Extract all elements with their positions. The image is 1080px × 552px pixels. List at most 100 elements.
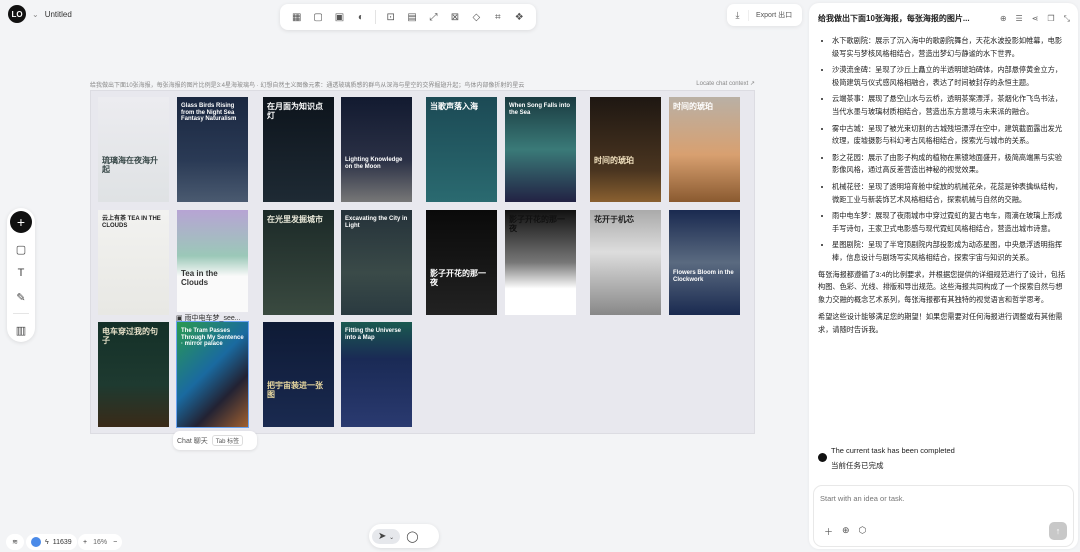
poster-image[interactable]: 影子开花的那一夜 (426, 210, 497, 315)
history-icon[interactable]: ☰ (1016, 14, 1023, 24)
list-item: 水下歌剧院：展示了沉入海中的歌剧院舞台，天花水波投影如帷幕，电影级写实与梦核风格… (832, 35, 1068, 60)
list-item: 机械花径：呈现了透明培育舱中绽放的机械花朵，花蕊是钟表擒纵结构，微距工业与新装饰… (832, 181, 1068, 206)
tab-button[interactable]: Tab 标签 (211, 435, 244, 446)
poster-title: 把宇宙装进一张图 (267, 381, 323, 399)
text-icon[interactable]: T (13, 265, 29, 281)
poster-image[interactable]: 时间的琥珀 (669, 97, 740, 202)
layers-button[interactable]: ≋ (6, 534, 24, 550)
share-icon[interactable]: ⋖ (1032, 14, 1039, 24)
zoom-level: 16% (93, 538, 108, 546)
crop-icon[interactable]: ⌗ (491, 10, 505, 24)
poster-title: Excavating the City in Light (345, 216, 408, 229)
window-icon[interactable]: ❐ (1047, 14, 1054, 24)
poster-title: The Tram Passes Through My Sentence · mi… (181, 328, 244, 348)
poster-title: 琉璃海在夜海升起 (102, 156, 158, 174)
poster-image[interactable]: 在光里发掘城市 (263, 210, 334, 315)
eraser-icon[interactable]: ◇ (469, 10, 483, 24)
frame-text-icon[interactable]: ▣ (333, 10, 347, 24)
poster-image[interactable]: 影子开花的那一夜 (505, 210, 576, 315)
image-icon[interactable]: ⊠ (448, 10, 462, 24)
plus-icon[interactable]: ＋ (824, 525, 833, 538)
poster-image[interactable]: The Tram Passes Through My Sentence · mi… (176, 321, 249, 428)
context-bar: 给我做出下面10张海报，每张海报的图片比例是3:4星海玻璃鸟 · 幻想自然主义图… (90, 80, 755, 89)
cube-icon[interactable]: ⬡ (859, 525, 867, 538)
poster-image[interactable]: Glass Birds Rising from the Night Sea Fa… (177, 97, 248, 202)
chat-title: 给我做出下面10张海报，每张海报的图片... (818, 14, 970, 23)
send-button[interactable]: ↑ (1049, 522, 1067, 540)
poster-title: When Song Falls into the Sea (509, 103, 570, 116)
pencil-icon[interactable]: ✎ (13, 289, 29, 305)
task-status: The current task has been completed 当前任务… (818, 443, 955, 473)
chevron-down-icon[interactable]: ⌄ (32, 10, 39, 19)
layers-3d-icon[interactable]: ❖ (512, 10, 526, 24)
poster-title: 在光里发掘城市 (267, 215, 323, 224)
image-toolbar: ▦ ▢ ▣ ◐ ⊡ ▤ ⤢ ⊠ ◇ ⌗ ❖ (280, 4, 536, 30)
poster-image[interactable]: 电车穿过我的句子 (98, 322, 169, 427)
poster-title: 当歌声落入海 (430, 102, 478, 111)
cursor-icon: ➤ (378, 530, 387, 542)
app-header: LO ⌄ Untitled (8, 4, 72, 24)
zoom-in-button[interactable]: + (83, 539, 87, 546)
chat-messages: 水下歌剧院：展示了沉入海中的歌剧院舞台，天花水波投影如帷幕，电影级写实与梦核风格… (818, 35, 1068, 341)
poster-image[interactable]: 时间的琥珀 (590, 97, 661, 202)
chat-button[interactable]: Chat 聊天 (177, 436, 208, 446)
export-group: ⤓ Export 出口 (727, 4, 802, 26)
ai-edit-icon[interactable]: ⊡ (384, 10, 398, 24)
square-icon[interactable]: ▢ (311, 10, 325, 24)
poster-image[interactable]: Lighting Knowledge on the Moon (341, 97, 412, 202)
zoom-control: + 16% − (78, 534, 123, 550)
app-logo[interactable]: LO (8, 5, 26, 23)
rectangle-icon[interactable]: ▢ (13, 241, 29, 257)
poster-image[interactable]: 花开于机芯 (590, 210, 661, 315)
list-item: 雨中电车梦：展现了夜雨城市中穿过霓虹的复古电车，雨滴在玻璃上形成手写诗句，王家卫… (832, 210, 1068, 235)
context-prompt: 给我做出下面10张海报，每张海报的图片比例是3:4星海玻璃鸟 · 幻想自然主义图… (90, 83, 525, 89)
poster-title: 影子开花的那一夜 (430, 269, 486, 287)
poster-title: Glass Birds Rising from the Night Sea Fa… (181, 103, 237, 123)
globe-icon[interactable]: ⊕ (842, 525, 850, 538)
poster-frame[interactable]: 琉璃海在夜海升起 Glass Birds Rising from the Nigh… (90, 90, 755, 434)
locate-chat-context-link[interactable]: Locate chat context ↗ (696, 80, 755, 89)
zoom-out-button[interactable]: − (113, 539, 117, 546)
download-icon[interactable]: ⤓ (727, 9, 749, 21)
divider (13, 313, 29, 314)
poster-image[interactable]: Fitting the Universe into a Map (341, 322, 412, 427)
credits-badge[interactable]: ϟ 11639 (26, 534, 77, 550)
poster-title: 时间的琥珀 (673, 102, 713, 111)
new-chat-icon[interactable]: ⊕ (1000, 14, 1007, 24)
poster-image[interactable]: Excavating the City in Light (341, 210, 412, 315)
poster-image[interactable]: 把宇宙装进一张图 (263, 322, 334, 427)
poster-title: Flowers Bloom in the Clockwork (673, 270, 734, 283)
poster-image[interactable]: 在月面为知识点灯 (263, 97, 334, 202)
bolt-icon: ϟ (45, 538, 49, 546)
chat-panel: 给我做出下面10张海报，每张海报的图片... ⊕ ☰ ⋖ ❐ ⤡ 水下歌剧院：展… (809, 3, 1078, 549)
template-icon[interactable]: ▥ (13, 322, 29, 338)
poster-title: 电车穿过我的句子 (102, 327, 158, 345)
document-title[interactable]: Untitled (45, 10, 72, 19)
poster-image[interactable]: When Song Falls into the Sea (505, 97, 576, 202)
left-toolbar: + ▢ T ✎ ▥ (7, 208, 35, 342)
mosaic-icon[interactable]: ▦ (290, 10, 304, 24)
poster-image[interactable]: 琉璃海在夜海升起 (98, 97, 169, 202)
comment-icon[interactable]: ◯ (406, 530, 418, 543)
poster-title: Fitting the Universe into a Map (345, 328, 402, 341)
hd-icon[interactable]: ▤ (405, 10, 419, 24)
export-button[interactable]: Export 出口 (749, 10, 792, 20)
poster-image[interactable]: Flowers Bloom in the Clockwork (669, 210, 740, 315)
plus-icon[interactable]: + (10, 211, 32, 233)
mode-bar: ➤ ⌄ ◯ (369, 524, 439, 548)
poster-title: 花开于机芯 (594, 215, 634, 224)
poster-title: Lighting Knowledge on the Moon (345, 157, 403, 170)
expand-icon[interactable]: ⤢ (427, 10, 441, 24)
list-item: 星图剧院：呈现了半穹顶剧院内部投影成为动态星图，中央悬浮透明指挥棒，信息设计与剧… (832, 239, 1068, 264)
poster-image[interactable]: Tea in the Clouds (177, 210, 248, 312)
status-zh: 当前任务已完成 (831, 461, 884, 470)
collapse-icon[interactable]: ⤡ (1064, 14, 1070, 24)
chat-input[interactable] (820, 494, 1040, 503)
select-tool-button[interactable]: ➤ ⌄ (372, 528, 401, 544)
poster-image[interactable]: 当歌声落入海 (426, 97, 497, 202)
poster-title: 在月面为知识点灯 (267, 102, 323, 120)
erase-bg-icon[interactable]: ◐ (354, 10, 368, 24)
poster-image[interactable]: 云上有茶 TEA IN THE CLOUDS (98, 210, 169, 315)
poster-title: 云上有茶 TEA IN THE CLOUDS (102, 216, 161, 229)
selected-image-caption: ▣ 雨中电车梦_see... (176, 315, 241, 322)
